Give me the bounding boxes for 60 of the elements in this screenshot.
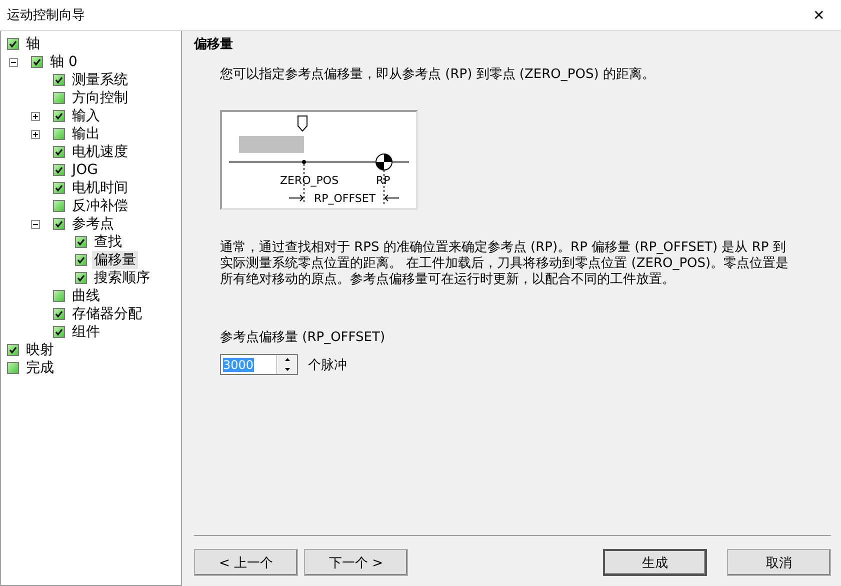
tree-checkbox[interactable] [53, 164, 65, 176]
tree-checkbox[interactable] [53, 110, 65, 122]
collapse-toggle[interactable] [9, 58, 18, 66]
wizard-button[interactable]: 生成 [603, 549, 707, 576]
tree-item[interactable]: 输出 [70, 125, 102, 143]
down-arrow-icon [284, 368, 290, 371]
tree-checkbox[interactable] [75, 272, 87, 284]
tree-checkbox[interactable] [53, 326, 65, 338]
tree-checkbox[interactable] [53, 200, 65, 212]
plus-icon [32, 112, 39, 120]
wizard-button[interactable]: 取消 [727, 549, 831, 576]
intro-text: 您可以指定参考点偏移量，即从参考点 (RP) 到零点 (ZERO_POS) 的距离。 [220, 66, 656, 83]
tree-item[interactable]: 电机速度 [70, 143, 130, 161]
tree-item[interactable]: 存储器分配 [70, 305, 144, 323]
tree-item[interactable]: 完成 [24, 359, 56, 377]
diagram-label: RP [376, 174, 390, 187]
expand-toggle[interactable] [31, 112, 40, 120]
tree-item[interactable]: 电机时间 [70, 179, 130, 197]
tree-checkbox[interactable] [53, 182, 65, 194]
tree-item[interactable]: 曲线 [70, 287, 102, 305]
tree-checkbox[interactable] [53, 290, 65, 302]
tree-checkbox[interactable] [53, 218, 65, 230]
description-text: 通常，通过查找相对于 RPS 的准确位置来确定参考点 (RP)。RP 偏移量 (RP_OFFSET) 是从 RP 到实际测量系统零点位置的距离。 在工件加载后，刀具将移动到零点位置 (ZERO_POS)。零点位置是所有绝对移动的原点。参考点偏移量可在运行时更新，以配合不同的工件放置。 [220, 240, 790, 288]
tree-checkbox[interactable] [53, 308, 65, 320]
spin-up-button[interactable] [277, 355, 297, 364]
tree-checkbox[interactable] [53, 128, 65, 140]
diagram-label: ZERO_POS [280, 174, 339, 187]
tree-item[interactable]: 方向控制 [70, 89, 130, 107]
wizard-button[interactable]: < 上一个 [194, 549, 298, 576]
tree-item[interactable]: 输入 [70, 107, 102, 125]
tree-checkbox[interactable] [53, 146, 65, 158]
tree-checkbox[interactable] [31, 56, 43, 68]
unit-label: 个脉冲 [308, 356, 347, 374]
tree-item[interactable]: 查找 [92, 233, 124, 251]
tree-checkbox[interactable] [75, 254, 87, 266]
tree-checkbox[interactable] [75, 236, 87, 248]
up-arrow-icon [284, 358, 290, 362]
diagram-label: RP_OFFSET [314, 192, 376, 205]
wizard-button[interactable]: 下一个 > [304, 549, 408, 576]
page-heading: 偏移量 [194, 36, 234, 53]
expand-toggle[interactable] [31, 130, 40, 138]
collapse-toggle[interactable] [31, 220, 40, 228]
plus-icon [32, 130, 39, 138]
tree-item[interactable]: 测量系统 [70, 71, 130, 89]
tree-item[interactable]: 反冲补偿 [70, 197, 130, 215]
tree-item[interactable]: 搜索顺序 [92, 269, 152, 287]
tree-item[interactable]: 轴 0 [48, 53, 80, 71]
field-label: 参考点偏移量 (RP_OFFSET) [220, 329, 386, 346]
tree-item[interactable]: 组件 [70, 323, 102, 341]
tree-item[interactable]: 偏移量 [92, 251, 138, 269]
tree-checkbox[interactable] [7, 362, 19, 374]
tree-checkbox[interactable] [53, 74, 65, 86]
tree-item[interactable]: JOG [70, 162, 100, 178]
tree-item[interactable]: 映射 [24, 341, 56, 359]
tree-item[interactable]: 参考点 [70, 215, 116, 233]
tree-item[interactable]: 轴 [24, 35, 42, 53]
tree-checkbox[interactable] [7, 344, 19, 356]
tree-checkbox[interactable] [53, 92, 65, 104]
tree-checkbox[interactable] [7, 38, 19, 50]
window-title: 运动控制向导 [7, 7, 85, 24]
